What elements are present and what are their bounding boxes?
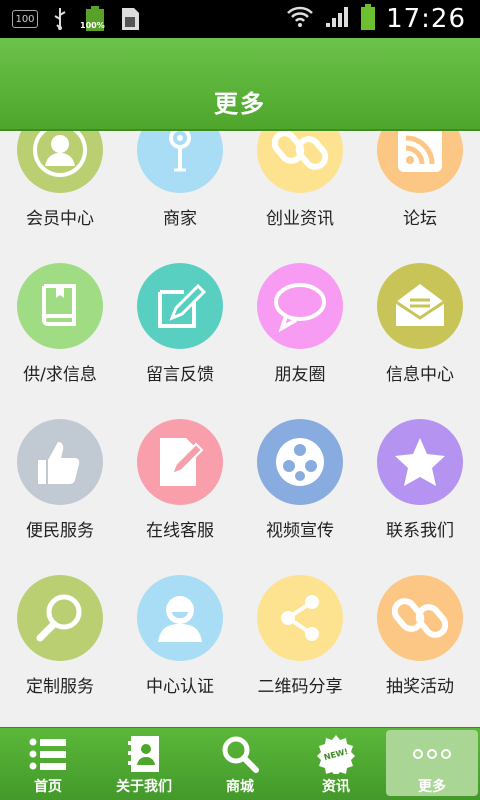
edit-icon xyxy=(137,263,223,349)
wifi-icon xyxy=(286,5,314,33)
grid-item-label: 信息中心 xyxy=(386,365,454,385)
grid-item[interactable]: 中心认证 xyxy=(120,575,240,725)
book-icon xyxy=(17,263,103,349)
bottom-navigation: 首页 关于我们 商城 NEW! 资讯 更多 xyxy=(0,727,480,800)
battery-icon xyxy=(360,3,376,35)
new-badge-icon: NEW! xyxy=(288,734,384,774)
grid-item[interactable]: 朋友圈 xyxy=(240,263,360,413)
sim-icon xyxy=(118,6,142,32)
grid-item[interactable]: 抽奖活动 xyxy=(360,575,480,725)
grid-item-label: 便民服务 xyxy=(26,521,94,541)
clock: 17:26 xyxy=(386,4,466,34)
grid-item-label: 会员中心 xyxy=(26,209,94,229)
mail-icon xyxy=(377,263,463,349)
grid-item-label: 抽奖活动 xyxy=(386,677,454,697)
feature-grid: 会员中心 商家 创业资讯 论坛供/求信息 留言反馈 朋友圈 信息中心便民服务 在线客服 视频宣传… xyxy=(0,131,480,727)
grid-item-label: 商家 xyxy=(163,209,197,229)
nav-item-label: 更多 xyxy=(418,779,446,795)
grid-item-label: 二维码分享 xyxy=(257,677,343,697)
person-icon xyxy=(137,575,223,661)
header-bar: 更多 xyxy=(0,38,480,131)
share-icon xyxy=(257,575,343,661)
grid-item-label: 论坛 xyxy=(403,209,437,229)
more-dots-icon xyxy=(384,734,480,774)
nav-item[interactable]: 更多 xyxy=(384,728,480,800)
film-reel-icon xyxy=(257,419,343,505)
grid-item[interactable]: 二维码分享 xyxy=(240,575,360,725)
star-icon xyxy=(377,419,463,505)
grid-item[interactable]: 留言反馈 xyxy=(120,263,240,413)
grid-item[interactable]: 视频宣传 xyxy=(240,419,360,569)
nav-item-label: 商城 xyxy=(226,779,254,795)
grid-item[interactable]: 联系我们 xyxy=(360,419,480,569)
status-bar: 100 100% 17:26 xyxy=(0,0,480,38)
grid-item-label: 定制服务 xyxy=(26,677,94,697)
nav-item[interactable]: 商城 xyxy=(192,728,288,800)
magnifier-icon xyxy=(17,575,103,661)
grid-item[interactable]: 定制服务 xyxy=(0,575,120,725)
grid-item[interactable]: 便民服务 xyxy=(0,419,120,569)
grid-item[interactable]: 在线客服 xyxy=(120,419,240,569)
nav-item-label: 首页 xyxy=(34,779,62,795)
nav-item[interactable]: 关于我们 xyxy=(96,728,192,800)
chat-bubble-icon xyxy=(257,263,343,349)
grid-item-label: 在线客服 xyxy=(146,521,214,541)
contact-card-icon xyxy=(96,734,192,774)
rss-icon xyxy=(377,131,463,193)
nav-item-label: 资讯 xyxy=(322,779,350,795)
nav-item[interactable]: NEW! 资讯 xyxy=(288,728,384,800)
search-icon xyxy=(192,734,288,774)
grid-item-label: 中心认证 xyxy=(146,677,214,697)
document-pen-icon xyxy=(137,419,223,505)
battery-icon: 100% xyxy=(80,6,108,32)
grid-item[interactable]: 会员中心 xyxy=(0,131,120,257)
grid-item[interactable]: 供/求信息 xyxy=(0,263,120,413)
pin-icon xyxy=(137,131,223,193)
grid-item-label: 视频宣传 xyxy=(266,521,334,541)
signal-icon xyxy=(324,5,350,33)
grid-item[interactable]: 信息中心 xyxy=(360,263,480,413)
grid-item-label: 供/求信息 xyxy=(23,365,97,385)
grid-item-label: 留言反馈 xyxy=(146,365,214,385)
usb-icon xyxy=(48,6,72,32)
grid-item[interactable]: 创业资讯 xyxy=(240,131,360,257)
thumbs-up-icon xyxy=(17,419,103,505)
link-icon xyxy=(377,575,463,661)
grid-item-label: 创业资讯 xyxy=(266,209,334,229)
notification-badge: 100 xyxy=(12,10,38,28)
grid-item-label: 朋友圈 xyxy=(274,365,326,385)
nav-item-label: 关于我们 xyxy=(116,779,172,795)
user-icon xyxy=(17,131,103,193)
page-title: 更多 xyxy=(214,90,266,118)
nav-item[interactable]: 首页 xyxy=(0,728,96,800)
grid-item[interactable]: 论坛 xyxy=(360,131,480,257)
grid-item[interactable]: 商家 xyxy=(120,131,240,257)
grid-item-label: 联系我们 xyxy=(386,521,454,541)
list-icon xyxy=(0,734,96,774)
link-icon xyxy=(257,131,343,193)
battery-percent: 100% xyxy=(80,21,105,30)
